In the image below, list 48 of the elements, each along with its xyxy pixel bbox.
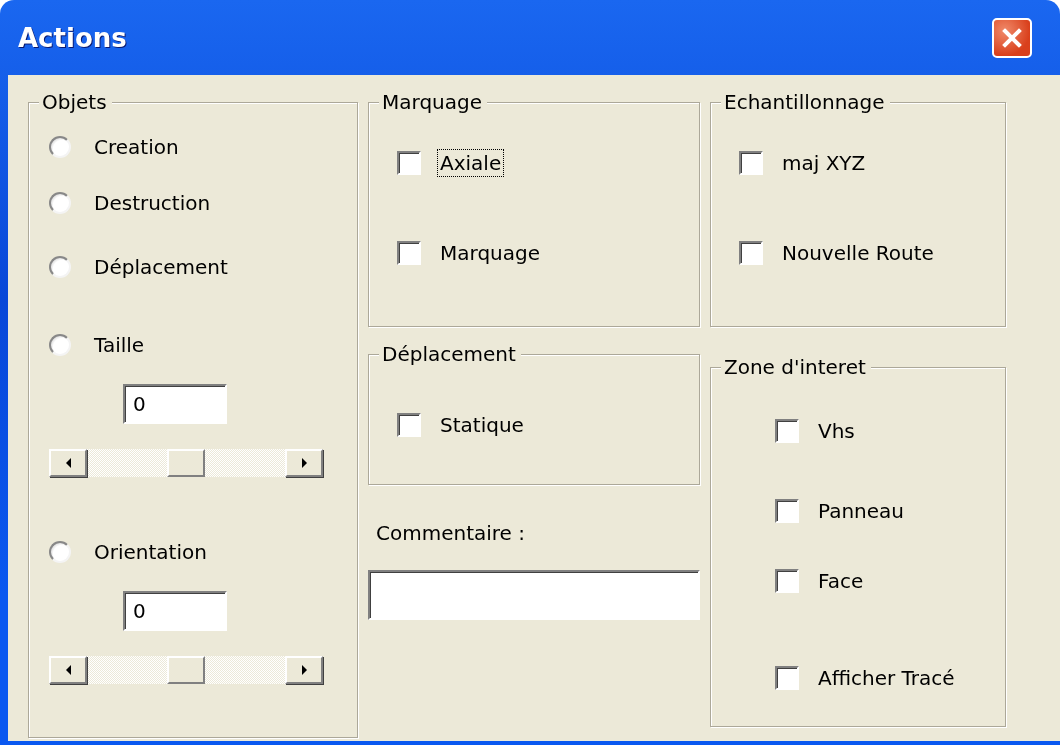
scrollbar[interactable] <box>49 656 323 684</box>
checkbox-label: Panneau <box>817 498 905 525</box>
radio-label: Taille <box>93 332 146 359</box>
checkbox[interactable] <box>739 151 763 175</box>
scroll-thumb[interactable] <box>167 656 205 684</box>
checkbox-label: Marquage <box>439 240 541 267</box>
checkbox-label: Afficher Tracé <box>817 665 956 692</box>
radio-button[interactable] <box>49 192 71 214</box>
checkbox-label: Axiale <box>437 149 505 177</box>
checkbox[interactable] <box>397 413 421 437</box>
input-field[interactable]: 0 <box>123 591 227 631</box>
right-arrow-icon <box>301 458 307 468</box>
radio-label: Déplacement <box>93 254 229 281</box>
checkbox[interactable] <box>739 241 763 265</box>
checkbox[interactable] <box>775 419 799 443</box>
left-arrow-icon <box>65 458 71 468</box>
radio-label: Orientation <box>93 539 208 566</box>
scroll-left-button[interactable] <box>49 656 87 684</box>
group-title: Déplacement <box>379 342 521 366</box>
checkbox[interactable] <box>775 499 799 523</box>
scroll-left-button[interactable] <box>49 449 87 477</box>
checkbox[interactable] <box>775 569 799 593</box>
checkbox-label: Statique <box>439 412 525 439</box>
checkbox-label: maj XYZ <box>781 150 867 177</box>
radio-button[interactable] <box>49 136 71 158</box>
scroll-right-button[interactable] <box>285 449 323 477</box>
checkbox-label: Nouvelle Route <box>781 240 935 267</box>
close-button[interactable] <box>992 17 1032 58</box>
checkbox-label: Vhs <box>817 418 856 445</box>
close-icon <box>1002 27 1022 48</box>
checkbox[interactable] <box>397 151 421 175</box>
comment-label: Commentaire : <box>376 521 526 545</box>
checkbox[interactable] <box>397 241 421 265</box>
checkbox[interactable] <box>775 666 799 690</box>
input-field[interactable]: 0 <box>123 384 227 424</box>
checkbox-label: Face <box>817 568 865 595</box>
radio-label: Creation <box>93 134 180 161</box>
scrollbar[interactable] <box>49 449 323 477</box>
radio-label: Destruction <box>93 190 212 217</box>
radio-button[interactable] <box>49 256 71 278</box>
window-title: Actions <box>18 22 127 53</box>
radio-button[interactable] <box>49 541 71 563</box>
right-arrow-icon <box>301 665 307 675</box>
left-arrow-icon <box>65 665 71 675</box>
scroll-right-button[interactable] <box>285 656 323 684</box>
scroll-thumb[interactable] <box>167 449 205 477</box>
comment-field[interactable] <box>368 570 700 620</box>
radio-button[interactable] <box>49 334 71 356</box>
